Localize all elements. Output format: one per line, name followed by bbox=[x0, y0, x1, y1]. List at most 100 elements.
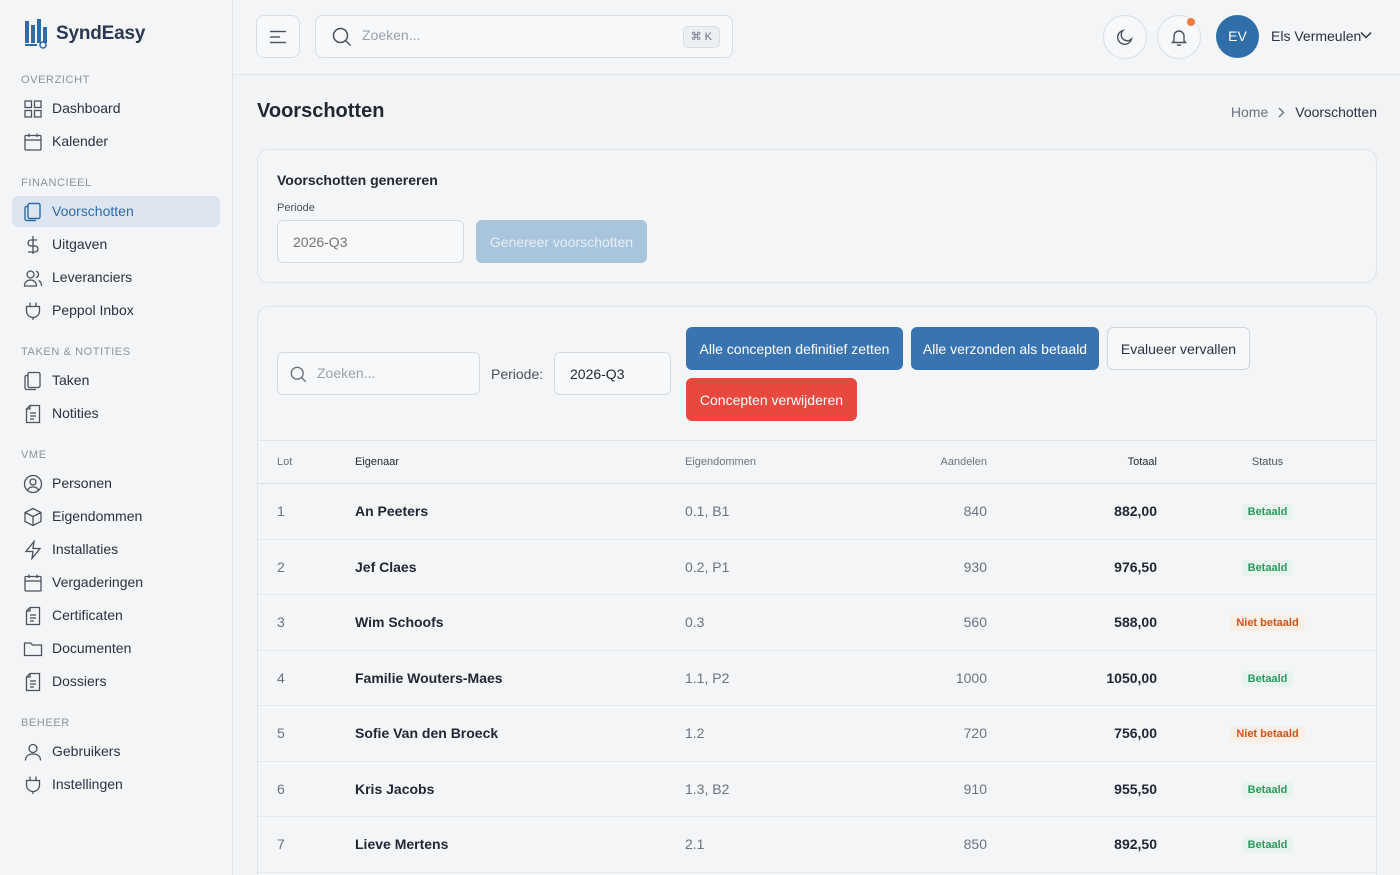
sidebar-item-dossiers[interactable]: Dossiers bbox=[12, 666, 220, 697]
sidebar-item-label: Taken bbox=[52, 372, 90, 388]
sidebar-item-eigendommen[interactable]: Eigendommen bbox=[12, 501, 220, 532]
sidebar-item-uitgaven[interactable]: Uitgaven bbox=[12, 229, 220, 260]
cell-shares: 930 bbox=[963, 558, 987, 575]
sidebar-item-voorschotten[interactable]: Voorschotten bbox=[12, 196, 220, 227]
notification-dot bbox=[1187, 18, 1195, 26]
cell-lot: 6 bbox=[277, 780, 285, 797]
sidebar: SyndEasy OVERZICHT Dashboard Kalender FI… bbox=[0, 0, 233, 875]
sidebar-item-vergaderingen[interactable]: Vergaderingen bbox=[12, 567, 220, 598]
cell-total: 955,50 bbox=[1114, 780, 1157, 797]
sidebar-item-personen[interactable]: Personen bbox=[12, 468, 220, 499]
dashboard-icon bbox=[24, 100, 42, 118]
sidebar-item-label: Vergaderingen bbox=[52, 574, 144, 590]
global-search[interactable]: ⌘ K bbox=[315, 15, 733, 58]
table-row[interactable]: 7 Lieve Mertens 2.1 850 892,50 Betaald bbox=[258, 817, 1376, 872]
cell-status: Niet betaald bbox=[1157, 706, 1376, 762]
sidebar-item-label: Dashboard bbox=[52, 100, 121, 116]
table-header-row: Lot Eigenaar Eigendommen Aandelen Totaal… bbox=[258, 440, 1376, 484]
advances-card: Periode: Alle concepten definitief zette… bbox=[257, 306, 1377, 875]
sidebar-item-label: Dossiers bbox=[52, 673, 107, 689]
cell-total: 882,00 bbox=[1114, 503, 1157, 520]
cell-lot: 2 bbox=[277, 558, 285, 575]
cell-total: 756,00 bbox=[1114, 725, 1157, 742]
nav-section-financieel: FINANCIEEL bbox=[21, 177, 92, 189]
sidebar-item-peppol-inbox[interactable]: Peppol Inbox bbox=[12, 295, 220, 326]
delete-drafts-button[interactable]: Concepten verwijderen bbox=[686, 378, 857, 421]
table-row[interactable]: 4 Familie Wouters-Maes 1.1, P2 1000 1050… bbox=[258, 650, 1376, 706]
sidebar-item-label: Installaties bbox=[52, 541, 119, 557]
cell-owner: An Peeters bbox=[355, 503, 429, 520]
note-icon bbox=[25, 404, 41, 424]
sidebar-item-certificaten[interactable]: Certificaten bbox=[12, 600, 220, 631]
table-row[interactable]: 1 An Peeters 0.1, B1 840 882,00 Betaald bbox=[258, 484, 1376, 540]
sidebar-item-documenten[interactable]: Documenten bbox=[12, 633, 220, 664]
sidebar-item-label: Documenten bbox=[52, 640, 132, 656]
plug-icon bbox=[25, 776, 41, 794]
cell-status: Betaald bbox=[1157, 484, 1376, 540]
table-row[interactable]: 3 Wim Schoofs 0.3 560 588,00 Niet betaal… bbox=[258, 595, 1376, 650]
sidebar-item-label: Instellingen bbox=[52, 776, 123, 792]
sidebar-item-instellingen[interactable]: Instellingen bbox=[12, 769, 220, 800]
cell-total: 1050,00 bbox=[1106, 669, 1157, 686]
finalize-drafts-button[interactable]: Alle concepten definitief zetten bbox=[686, 327, 903, 370]
column-header-owner[interactable]: Eigenaar bbox=[355, 441, 685, 484]
table-row[interactable]: 2 Jef Claes 0.2, P1 930 976,50 Betaald bbox=[258, 539, 1376, 595]
cell-lot: 7 bbox=[277, 836, 285, 853]
sidebar-item-leveranciers[interactable]: Leveranciers bbox=[12, 262, 220, 293]
period-filter-input[interactable] bbox=[554, 352, 671, 395]
box-icon bbox=[24, 507, 42, 527]
topbar: ⌘ K EV Els Vermeulen bbox=[233, 0, 1400, 75]
table-search-input[interactable] bbox=[317, 365, 467, 381]
cell-total: 588,00 bbox=[1114, 614, 1157, 631]
column-header-properties[interactable]: Eigendommen bbox=[685, 441, 845, 484]
breadcrumb-home[interactable]: Home bbox=[1231, 104, 1268, 120]
calendar-icon bbox=[24, 574, 42, 592]
period-filter-label: Periode: bbox=[491, 366, 544, 382]
column-header-status[interactable]: Status bbox=[1157, 441, 1376, 484]
dollar-icon bbox=[27, 236, 39, 254]
sidebar-item-installaties[interactable]: Installaties bbox=[12, 534, 220, 565]
app-logo[interactable]: SyndEasy bbox=[24, 18, 145, 50]
global-search-input[interactable] bbox=[362, 27, 662, 43]
sidebar-item-kalender[interactable]: Kalender bbox=[12, 126, 220, 157]
table-row[interactable]: 5 Sofie Van den Broeck 1.2 720 756,00 Ni… bbox=[258, 706, 1376, 762]
sidebar-item-gebruikers[interactable]: Gebruikers bbox=[12, 736, 220, 767]
nav-section-overzicht: OVERZICHT bbox=[21, 74, 90, 86]
search-shortcut: ⌘ K bbox=[682, 26, 720, 48]
cell-total: 976,50 bbox=[1114, 558, 1157, 575]
avatar[interactable]: EV bbox=[1216, 15, 1259, 58]
generate-button[interactable]: Genereer voorschotten bbox=[476, 220, 647, 263]
notifications-button[interactable] bbox=[1157, 15, 1201, 59]
logo-icon bbox=[25, 19, 47, 49]
folder-icon bbox=[23, 642, 43, 657]
moon-icon bbox=[1117, 29, 1133, 45]
note-icon bbox=[25, 606, 41, 626]
cell-shares: 720 bbox=[963, 725, 987, 742]
theme-toggle-button[interactable] bbox=[1103, 15, 1147, 59]
sidebar-item-label: Personen bbox=[52, 475, 112, 491]
status-badge: Betaald bbox=[1241, 781, 1294, 798]
chevron-down-icon[interactable] bbox=[1360, 31, 1372, 39]
mark-paid-button[interactable]: Alle verzonden als betaald bbox=[911, 327, 1099, 370]
column-header-lot[interactable]: Lot bbox=[258, 441, 355, 484]
cell-lot: 3 bbox=[277, 614, 285, 631]
sidebar-item-taken[interactable]: Taken bbox=[12, 365, 220, 396]
sidebar-item-label: Kalender bbox=[52, 133, 109, 149]
evaluate-overdue-button[interactable]: Evalueer vervallen bbox=[1107, 327, 1250, 370]
menu-toggle-button[interactable] bbox=[256, 15, 300, 58]
cell-status: Betaald bbox=[1157, 650, 1376, 706]
cell-owner: Jef Claes bbox=[355, 558, 417, 575]
table-row[interactable]: 6 Kris Jacobs 1.3, B2 910 955,50 Betaald bbox=[258, 761, 1376, 817]
status-badge: Betaald bbox=[1241, 504, 1294, 521]
column-header-shares[interactable]: Aandelen bbox=[845, 441, 988, 484]
sidebar-item-dashboard[interactable]: Dashboard bbox=[12, 93, 220, 124]
period-label: Periode bbox=[277, 202, 315, 214]
period-input[interactable] bbox=[277, 220, 464, 263]
nav-section-beheer: BEHEER bbox=[21, 717, 70, 729]
user-name[interactable]: Els Vermeulen bbox=[1271, 28, 1361, 44]
table-search[interactable] bbox=[277, 352, 480, 395]
column-header-total[interactable]: Totaal bbox=[987, 441, 1157, 484]
sidebar-item-label: Voorschotten bbox=[52, 203, 134, 219]
sidebar-item-notities[interactable]: Notities bbox=[12, 398, 220, 429]
cell-lot: 1 bbox=[277, 503, 285, 520]
